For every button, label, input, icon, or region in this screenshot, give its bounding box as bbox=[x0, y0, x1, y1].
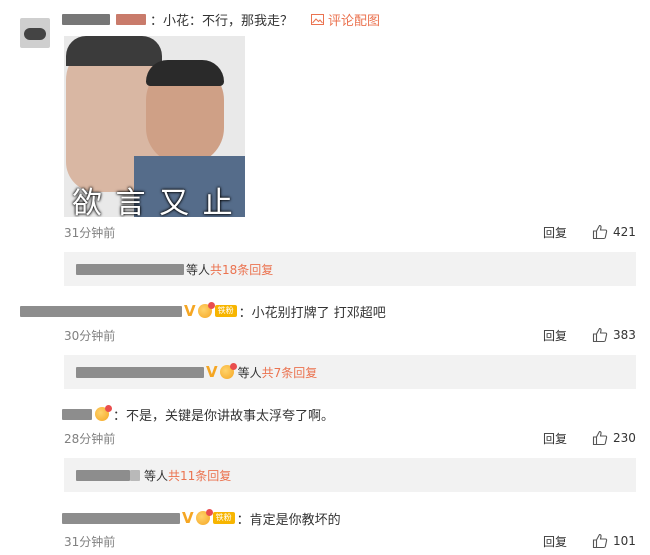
verified-v-icon: V bbox=[184, 302, 196, 320]
comment-image[interactable]: 欲 言 又 止 bbox=[64, 36, 245, 217]
replier-names-redacted bbox=[76, 366, 204, 378]
fan-badge: 铁粉 bbox=[214, 305, 237, 317]
reply-button[interactable]: 回复 bbox=[543, 224, 567, 240]
sub-replies-total[interactable]: 共18条回复 bbox=[210, 261, 273, 278]
reply-button[interactable]: 回复 bbox=[543, 533, 567, 549]
replier-names-redacted bbox=[76, 263, 184, 275]
comment-text: ：小花：不行，那我走？ bbox=[150, 13, 294, 29]
like-button[interactable]: 383 bbox=[592, 325, 636, 345]
like-count: 421 bbox=[613, 225, 636, 239]
reply-button[interactable]: 回复 bbox=[543, 430, 567, 446]
badge-redacted bbox=[130, 469, 140, 481]
emoji-badge-icon bbox=[197, 302, 215, 318]
comment-3-header: ：不是，关键是你讲故事太浮夸了啊。 bbox=[62, 405, 335, 424]
avatar[interactable] bbox=[20, 18, 50, 48]
sub-replies-total[interactable]: 共11条回复 bbox=[168, 467, 231, 484]
fan-badge: 铁粉 bbox=[212, 512, 235, 524]
comment-time: 30分钟前 bbox=[64, 328, 116, 343]
comment-2-header: V 铁粉 ：小花别打牌了 打邓超吧 bbox=[20, 302, 386, 321]
comment-4-header: V 铁粉 ：肯定是你教坏的 bbox=[62, 509, 341, 528]
sub-replies-suffix: 等人 bbox=[144, 468, 169, 483]
username-redacted[interactable] bbox=[62, 13, 110, 25]
comment-time: 28分钟前 bbox=[64, 431, 116, 446]
thumbs-up-icon bbox=[592, 224, 608, 240]
badge-redacted bbox=[116, 13, 146, 25]
verified-v-icon: V bbox=[206, 363, 218, 381]
thumbs-up-icon bbox=[592, 533, 608, 549]
image-caption: 欲 言 又 止 bbox=[72, 186, 235, 217]
username-redacted[interactable] bbox=[62, 512, 180, 524]
thumbs-up-icon bbox=[592, 327, 608, 343]
like-count: 383 bbox=[613, 328, 636, 342]
like-button[interactable]: 230 bbox=[592, 428, 636, 448]
comment-1-header: ：小花：不行，那我走？ 评论配图 bbox=[62, 10, 380, 29]
verified-v-icon: V bbox=[182, 509, 194, 527]
like-button[interactable]: 101 bbox=[592, 531, 636, 551]
comment-text: ：肯定是你教坏的 bbox=[236, 512, 341, 528]
hair-left bbox=[66, 36, 162, 66]
sub-replies-bar[interactable]: 等人 共11条回复 bbox=[64, 458, 636, 492]
sub-replies-total[interactable]: 共7条回复 bbox=[262, 364, 318, 381]
username-redacted[interactable] bbox=[20, 305, 182, 317]
sub-replies-bar[interactable]: 等人 共18条回复 bbox=[64, 252, 636, 286]
reply-button[interactable]: 回复 bbox=[543, 327, 567, 343]
hair-right bbox=[146, 60, 224, 86]
sub-replies-suffix: 等人 bbox=[186, 262, 211, 277]
comment-text: ：小花别打牌了 打邓超吧 bbox=[238, 305, 386, 321]
emoji-badge-icon bbox=[195, 509, 213, 525]
like-button[interactable]: 421 bbox=[592, 222, 636, 242]
comment-picture-link[interactable]: 评论配图 bbox=[311, 10, 380, 29]
picture-link-label: 评论配图 bbox=[328, 13, 381, 29]
replier-names-redacted bbox=[76, 469, 130, 481]
thumbs-up-icon bbox=[592, 430, 608, 446]
comment-time: 31分钟前 bbox=[64, 225, 116, 240]
sub-replies-bar[interactable]: V 等人 共7条回复 bbox=[64, 355, 636, 389]
like-count: 101 bbox=[613, 534, 636, 548]
emoji-badge-icon bbox=[219, 363, 237, 379]
picture-icon bbox=[311, 13, 325, 25]
sub-replies-suffix: 等人 bbox=[237, 365, 262, 380]
comment-text: ：不是，关键是你讲故事太浮夸了啊。 bbox=[113, 408, 335, 424]
emoji-badge-icon bbox=[95, 405, 112, 421]
comment-time: 31分钟前 bbox=[64, 534, 116, 549]
like-count: 230 bbox=[613, 431, 636, 445]
username-redacted[interactable] bbox=[62, 408, 92, 420]
